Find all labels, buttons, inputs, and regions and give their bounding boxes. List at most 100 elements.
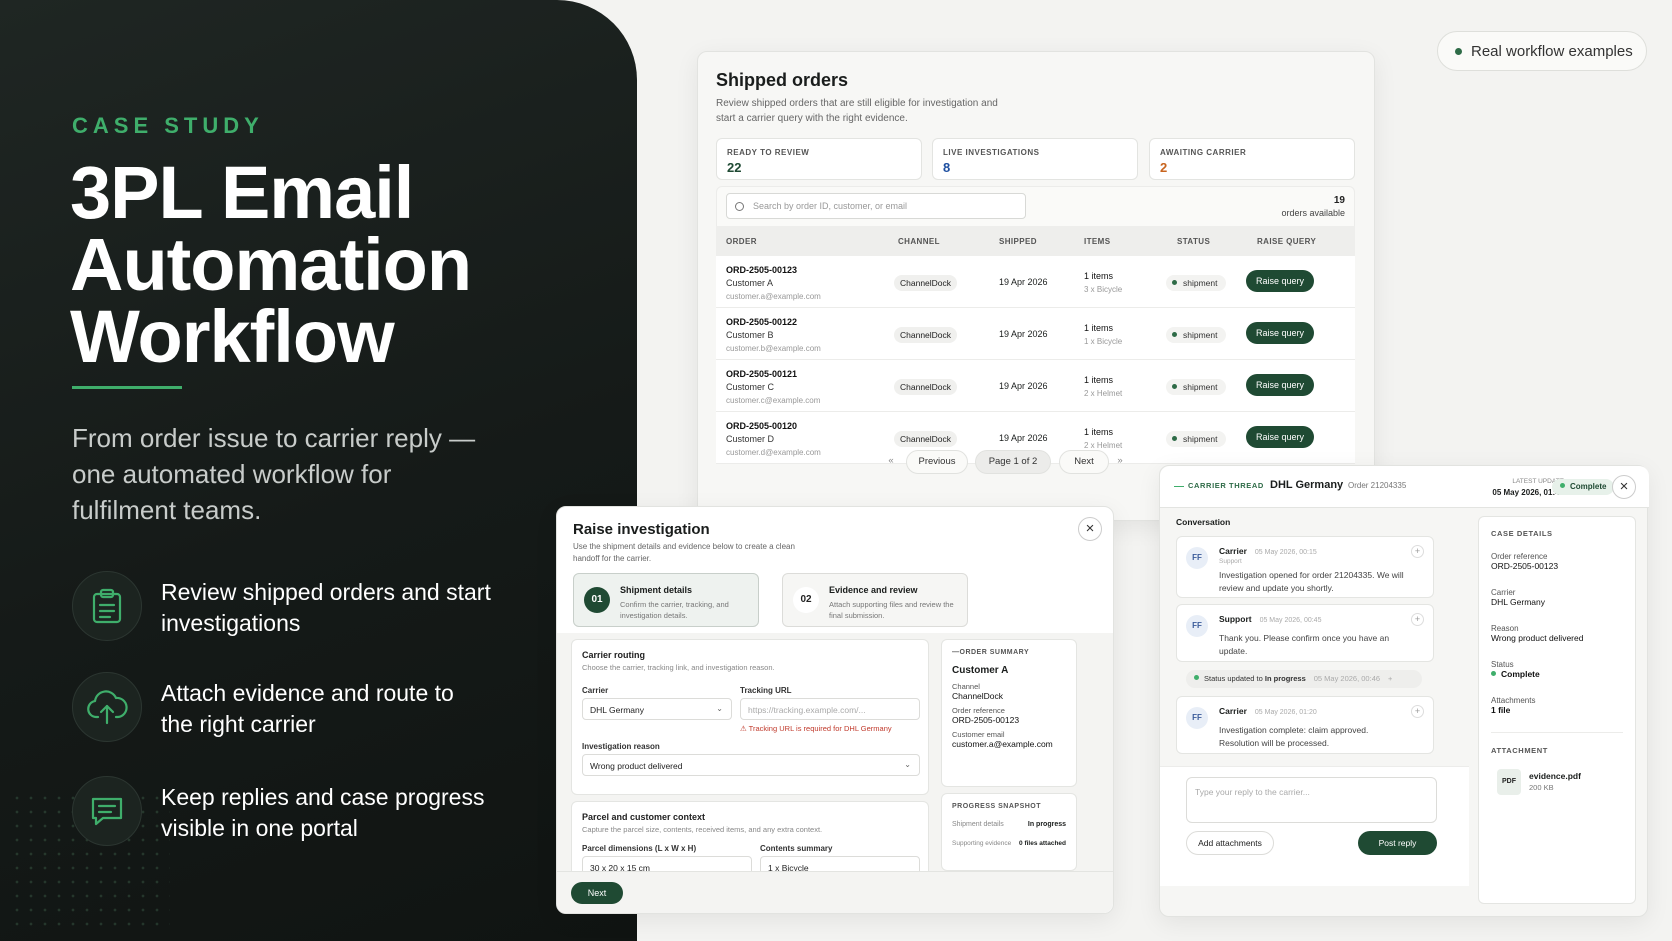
add-attachments-button[interactable]: Add attachments xyxy=(1186,831,1274,855)
next-page-button[interactable]: Next xyxy=(1059,450,1109,474)
summary-value: ORD-2505-00123 xyxy=(952,715,1020,725)
message-text: Investigation complete: claim approved. … xyxy=(1219,725,1369,748)
shipped-date: 19 Apr 2026 xyxy=(999,381,1048,391)
feature-item: Keep replies and case progress visible i… xyxy=(72,776,552,850)
workflow-examples-badge: Real workflow examples xyxy=(1437,31,1647,71)
step-shipment-details[interactable]: 01 Shipment details Confirm the carrier,… xyxy=(573,573,759,627)
conversation-label: Conversation xyxy=(1176,517,1231,527)
step-desc: Confirm the carrier, tracking, and inves… xyxy=(620,600,729,620)
step-evidence-review[interactable]: 02 Evidence and review Attach supporting… xyxy=(782,573,968,627)
status-badge: shipment xyxy=(1166,327,1226,343)
close-icon[interactable]: × xyxy=(1078,517,1102,541)
stat-value: 8 xyxy=(943,160,951,175)
previous-page-button[interactable]: Previous xyxy=(906,450,968,474)
attachment-heading: ATTACHMENT xyxy=(1491,732,1623,755)
table-toolbar: Search by order ID, customer, or email 1… xyxy=(716,186,1355,226)
case-label: Attachments xyxy=(1491,696,1536,705)
hero-subtitle: From order issue to carrier reply — one … xyxy=(72,423,476,525)
chevron-down-icon: ⌄ xyxy=(904,760,911,769)
customer-email: customer.b@example.com xyxy=(726,344,821,353)
items-detail: 3 x Bicycle xyxy=(1084,285,1123,294)
feature-text: Keep replies and case progress visible i… xyxy=(161,784,485,841)
tracking-error: ⚠ Tracking URL is required for DHL Germa… xyxy=(740,724,892,733)
progress-heading: PROGRESS SNAPSHOT xyxy=(952,803,1042,810)
next-button[interactable]: Next xyxy=(571,882,623,904)
close-icon[interactable]: × xyxy=(1612,475,1636,499)
table-row[interactable]: ORD-2505-00122 Customer B customer.b@exa… xyxy=(716,308,1355,360)
reply-textarea[interactable]: Type your reply to the carrier... xyxy=(1186,777,1437,823)
customer-name: Customer D xyxy=(726,434,775,444)
carrier-thread-panel: CARRIER THREAD DHL Germany Order 2120433… xyxy=(1159,465,1649,917)
case-status: Complete xyxy=(1491,669,1623,679)
table-row[interactable]: ORD-2505-00121 Customer C customer.c@exa… xyxy=(716,360,1355,412)
status-dot-icon xyxy=(1455,47,1462,55)
thread-header: CARRIER THREAD DHL Germany Order 2120433… xyxy=(1160,466,1649,508)
status-badge: shipment xyxy=(1166,379,1226,395)
carrier-select[interactable]: DHL Germany ⌄ xyxy=(582,698,732,720)
raise-investigation-modal: Raise investigation Use the shipment det… xyxy=(556,506,1114,914)
plus-icon[interactable]: + xyxy=(1411,613,1424,626)
raise-query-button[interactable]: Raise query xyxy=(1246,374,1314,396)
stat-label: READY TO REVIEW xyxy=(727,148,810,157)
progress-row: Shipment details In progress xyxy=(952,821,1066,828)
field-label: Carrier xyxy=(582,686,609,695)
search-input[interactable]: Search by order ID, customer, or email xyxy=(726,193,1026,219)
hero-panel: CASE STUDY 3PL Email Automation Workflow… xyxy=(0,0,637,941)
file-name: evidence.pdf xyxy=(1529,771,1581,781)
case-heading: CASE DETAILS xyxy=(1491,529,1553,538)
column-header: CHANNEL xyxy=(898,237,940,246)
file-size: 200 KB xyxy=(1529,783,1554,792)
field-label: Parcel dimensions (L x W x H) xyxy=(582,844,697,853)
plus-icon[interactable]: + xyxy=(1411,705,1424,718)
first-page-button[interactable]: « xyxy=(882,450,900,474)
order-id: ORD-2505-00121 xyxy=(726,369,798,379)
step-number: 02 xyxy=(793,587,819,613)
case-label: Order reference xyxy=(1491,552,1548,561)
attachment-item[interactable]: PDF evidence.pdf 200 KB xyxy=(1491,765,1623,801)
stat-ready-to-review: READY TO REVIEW 22 xyxy=(716,138,922,180)
post-reply-button[interactable]: Post reply xyxy=(1358,831,1437,855)
avatar: FF xyxy=(1186,547,1208,569)
customer-email: customer.d@example.com xyxy=(726,448,821,457)
reason-select[interactable]: Wrong product delivered ⌄ xyxy=(582,754,920,776)
modal-title: Raise investigation xyxy=(573,521,710,538)
items-count: 1 items xyxy=(1084,427,1114,437)
raise-query-button[interactable]: Raise query xyxy=(1246,426,1314,448)
step-title: Shipment details xyxy=(620,585,693,595)
message-author: Carrier 05 May 2026, 01:20 xyxy=(1219,706,1317,716)
plus-icon[interactable]: + xyxy=(1411,545,1424,558)
case-value: DHL Germany xyxy=(1491,597,1546,607)
stat-label: LIVE INVESTIGATIONS xyxy=(943,148,1040,157)
page-title: Shipped orders xyxy=(716,70,849,90)
pdf-file-icon: PDF xyxy=(1497,769,1521,795)
thread-order: Order 21204335 xyxy=(1348,481,1407,490)
shipped-date: 19 Apr 2026 xyxy=(999,277,1048,287)
last-page-button[interactable]: » xyxy=(1111,450,1129,474)
feature-text: Review shipped orders and start investig… xyxy=(161,579,491,636)
channel-chip: ChannelDock xyxy=(894,379,958,395)
customer-email: customer.a@example.com xyxy=(726,292,821,301)
message-author: Carrier 05 May 2026, 00:15 xyxy=(1219,546,1317,556)
tracking-url-input[interactable]: https://tracking.example.com/... xyxy=(740,698,920,720)
order-summary-card: —ORDER SUMMARY Customer A Channel Channe… xyxy=(941,639,1077,787)
items-detail: 2 x Helmet xyxy=(1084,389,1123,398)
raise-query-button[interactable]: Raise query xyxy=(1246,322,1314,344)
table-row[interactable]: ORD-2505-00123 Customer A customer.a@exa… xyxy=(716,256,1355,308)
summary-label: Channel xyxy=(952,682,980,691)
thread-carrier: DHL Germany xyxy=(1270,479,1344,491)
customer-name: Customer A xyxy=(726,278,774,288)
page-subtitle: Review shipped orders that are still eli… xyxy=(716,98,998,124)
status-badge: shipment xyxy=(1166,431,1226,447)
case-value: ORD-2505-00123 xyxy=(1491,561,1559,571)
chat-message-icon xyxy=(72,776,142,846)
raise-query-button[interactable]: Raise query xyxy=(1246,270,1314,292)
message-item: FF Carrier 05 May 2026, 00:15 Support Inv… xyxy=(1176,536,1434,598)
stat-label: AWAITING CARRIER xyxy=(1160,148,1247,157)
available-count: 19 xyxy=(1333,195,1345,206)
progress-snapshot-card: PROGRESS SNAPSHOT Shipment details In pro… xyxy=(941,793,1077,871)
search-icon xyxy=(735,202,744,211)
hero-title: 3PL Email Automation Workflow xyxy=(70,156,472,374)
upload-cloud-icon xyxy=(72,672,142,742)
customer-name: Customer C xyxy=(726,382,775,392)
clipboard-icon xyxy=(72,571,142,641)
